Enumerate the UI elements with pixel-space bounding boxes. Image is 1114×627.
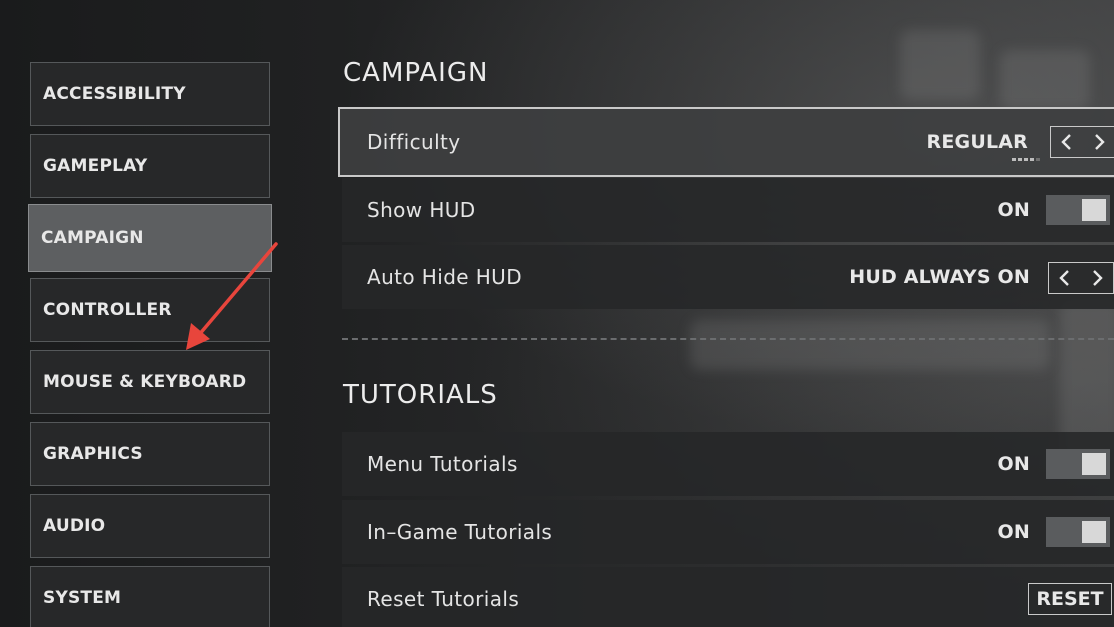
reset-tutorials-row: Reset Tutorials RESET (342, 567, 1114, 627)
auto-hide-hud-value: HUD ALWAYS ON (849, 266, 1030, 288)
in-game-tutorials-row[interactable]: In–Game Tutorials ON (342, 500, 1114, 564)
toggle-knob (1082, 521, 1106, 543)
in-game-tutorials-label: In–Game Tutorials (367, 520, 553, 544)
reset-tutorials-button[interactable]: RESET (1028, 583, 1112, 615)
difficulty-level-dots (1012, 158, 1040, 161)
background-blur (690, 320, 1050, 370)
sidebar-item-graphics[interactable]: GRAPHICS (30, 422, 270, 486)
menu-tutorials-toggle[interactable] (1046, 449, 1110, 479)
toggle-knob (1082, 199, 1106, 221)
in-game-tutorials-toggle[interactable] (1046, 517, 1110, 547)
reset-tutorials-label: Reset Tutorials (367, 587, 520, 611)
menu-tutorials-row[interactable]: Menu Tutorials ON (342, 432, 1114, 496)
menu-tutorials-label: Menu Tutorials (367, 452, 518, 476)
sidebar-item-gameplay[interactable]: GAMEPLAY (30, 134, 270, 198)
toggle-knob (1082, 453, 1106, 475)
difficulty-row[interactable]: Difficulty REGULAR (338, 107, 1114, 177)
show-hud-label: Show HUD (367, 198, 476, 222)
section-title-campaign: CAMPAIGN (343, 58, 489, 88)
auto-hide-hud-selector (1048, 262, 1114, 294)
sidebar-item-system[interactable]: SYSTEM (30, 566, 270, 627)
auto-hide-hud-row[interactable]: Auto Hide HUD HUD ALWAYS ON (342, 245, 1114, 309)
chevron-right-icon[interactable] (1089, 268, 1105, 288)
show-hud-row[interactable]: Show HUD ON (342, 178, 1114, 242)
difficulty-label: Difficulty (367, 130, 461, 154)
background-blur (900, 30, 980, 100)
difficulty-value: REGULAR (926, 131, 1028, 153)
difficulty-selector (1050, 126, 1114, 158)
in-game-tutorials-value: ON (997, 521, 1030, 543)
show-hud-value: ON (997, 199, 1030, 221)
chevron-right-icon[interactable] (1091, 132, 1107, 152)
sidebar-item-accessibility[interactable]: ACCESSIBILITY (30, 62, 270, 126)
show-hud-toggle[interactable] (1046, 195, 1110, 225)
section-title-tutorials: TUTORIALS (343, 380, 498, 410)
section-divider (342, 338, 1114, 340)
background-blur (1000, 50, 1090, 110)
sidebar-item-campaign[interactable]: CAMPAIGN (28, 204, 272, 272)
auto-hide-hud-label: Auto Hide HUD (367, 265, 523, 289)
sidebar-item-controller[interactable]: CONTROLLER (30, 278, 270, 342)
settings-screen: ACCESSIBILITY GAMEPLAY CAMPAIGN CONTROLL… (0, 0, 1114, 627)
sidebar-item-mouse-keyboard[interactable]: MOUSE & KEYBOARD (30, 350, 270, 414)
sidebar-item-audio[interactable]: AUDIO (30, 494, 270, 558)
chevron-left-icon[interactable] (1057, 268, 1073, 288)
menu-tutorials-value: ON (997, 453, 1030, 475)
chevron-left-icon[interactable] (1059, 132, 1075, 152)
